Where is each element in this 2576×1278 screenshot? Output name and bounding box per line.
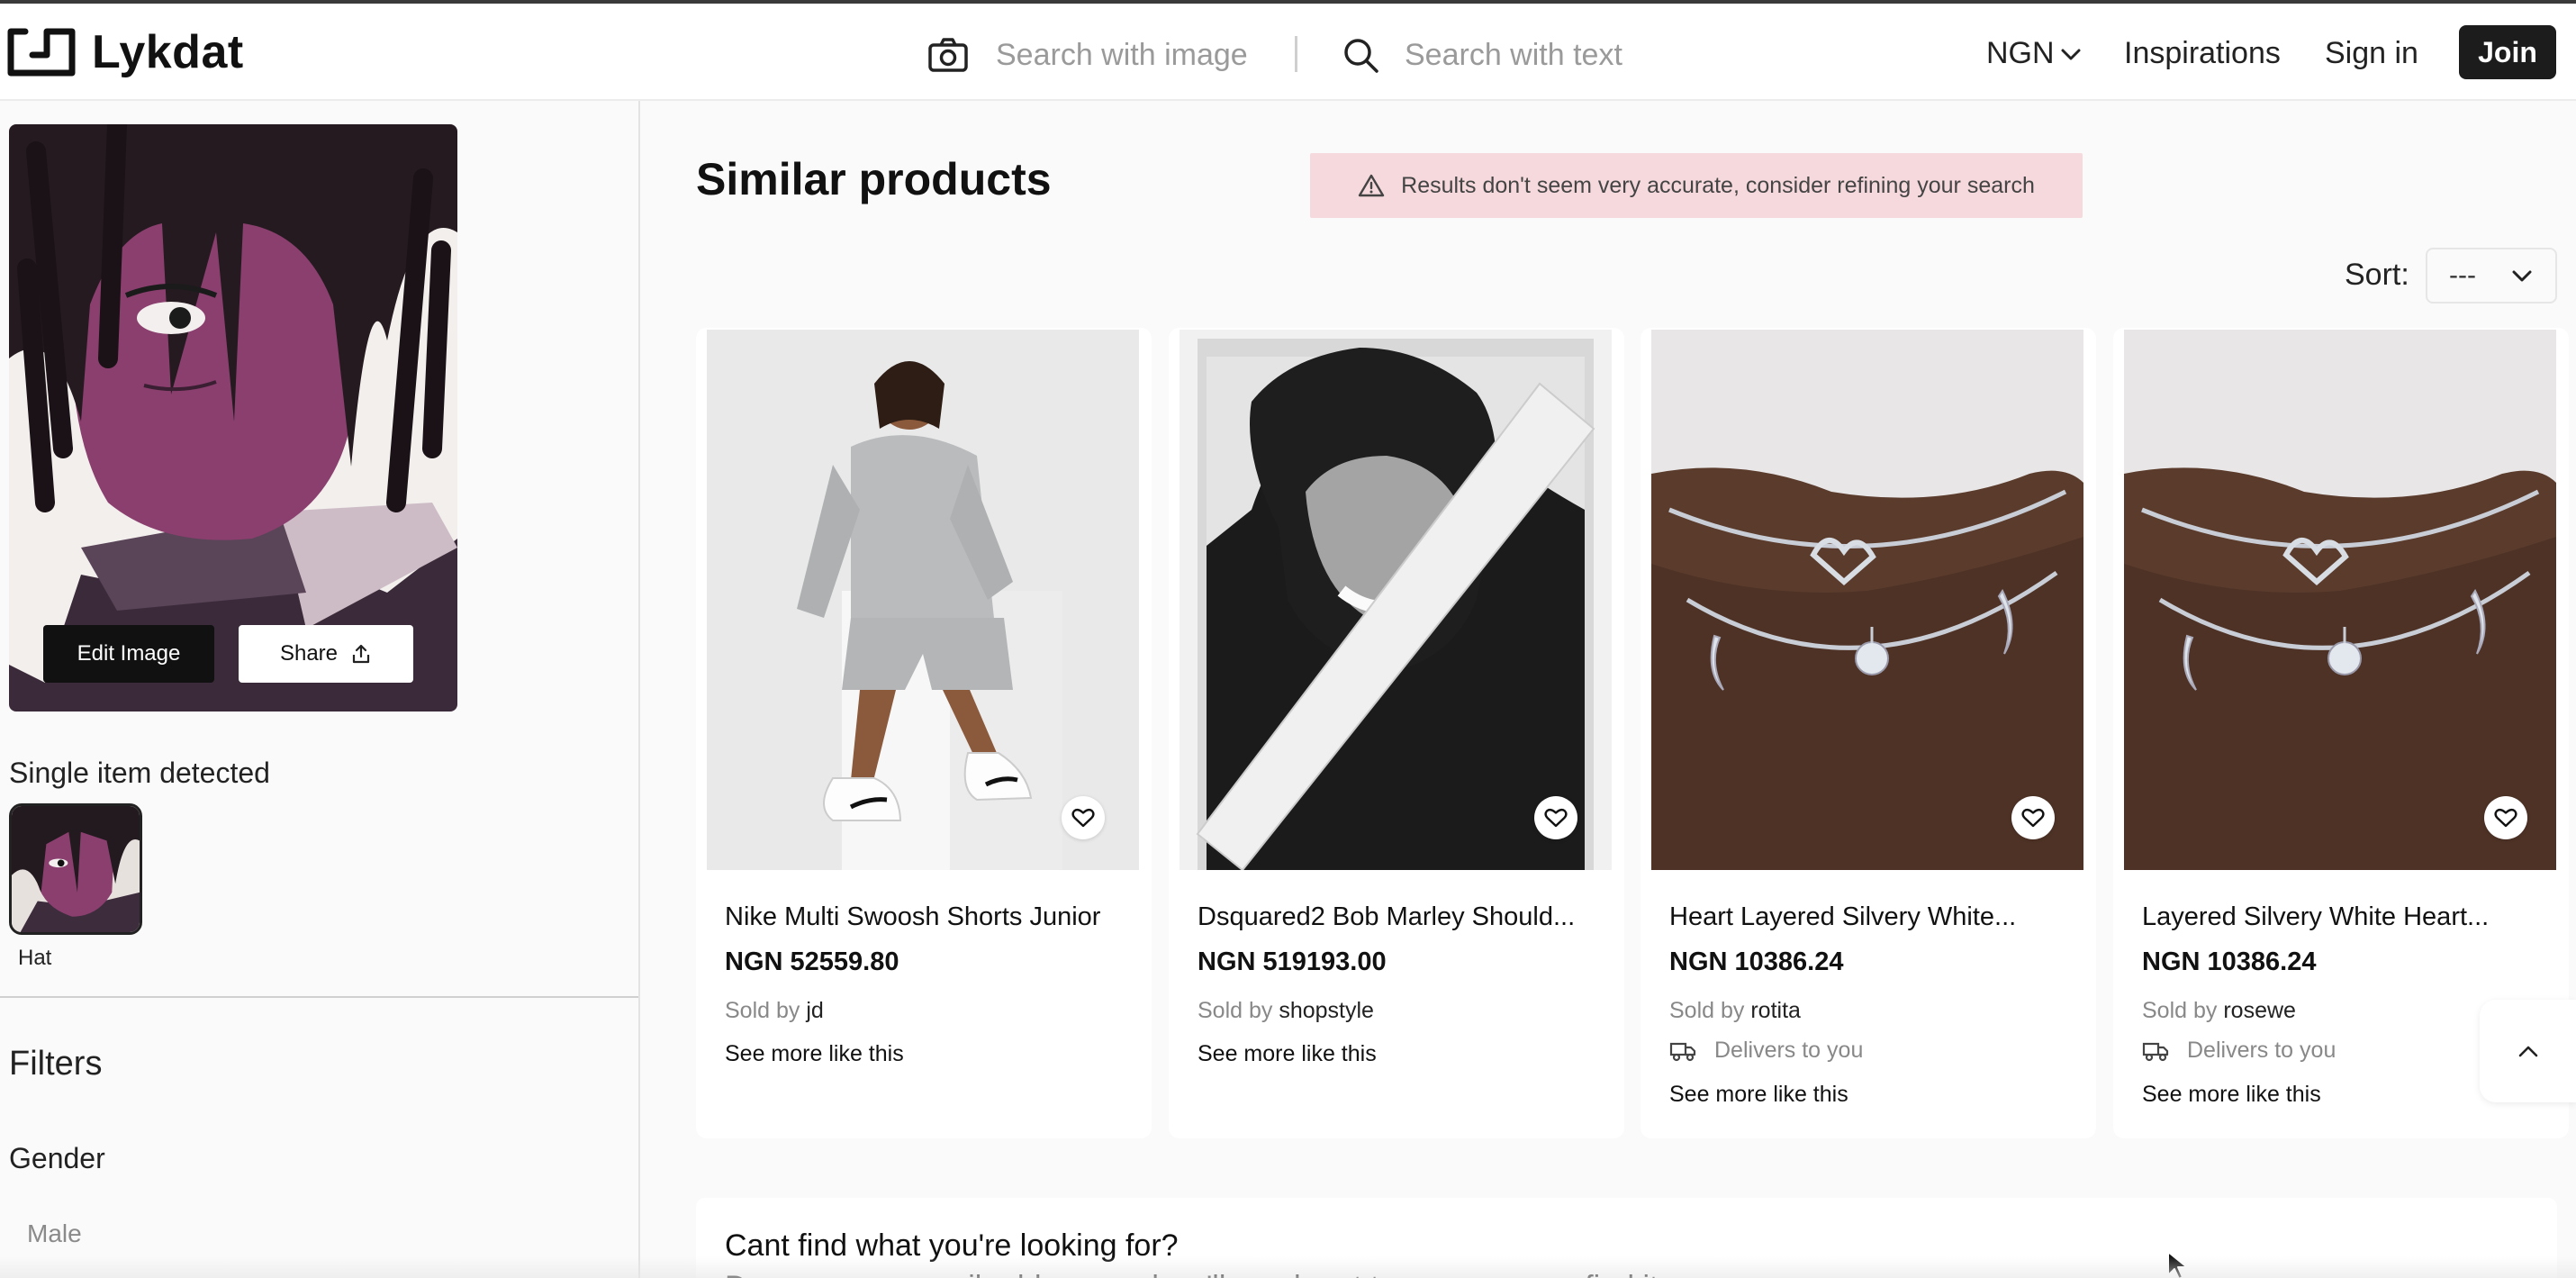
heart-icon bbox=[2494, 808, 2517, 828]
join-button[interactable]: Join bbox=[2459, 25, 2556, 79]
filters-title: Filters bbox=[9, 1045, 103, 1083]
accuracy-warning-banner: Results don't seem very accurate, consid… bbox=[1310, 153, 2083, 218]
product-title[interactable]: Heart Layered Silvery White... bbox=[1669, 902, 2074, 932]
gender-filter-title[interactable]: Gender bbox=[9, 1142, 105, 1175]
share-button[interactable]: Share bbox=[239, 625, 413, 683]
product-image[interactable] bbox=[707, 330, 1139, 870]
top-header: Lykdat Search with image Search with tex… bbox=[0, 4, 2576, 101]
favorite-button[interactable] bbox=[1062, 796, 1105, 839]
search-image-placeholder: Search with image bbox=[996, 37, 1248, 72]
product-card[interactable]: Dsquared2 Bob Marley Should... NGN 51919… bbox=[1169, 328, 1624, 1138]
see-more-link[interactable]: See more like this bbox=[725, 1041, 904, 1067]
edit-image-button[interactable]: Edit Image bbox=[43, 625, 214, 683]
delivery-info: Delivers to you bbox=[1669, 1038, 1863, 1064]
favorite-button[interactable] bbox=[1534, 796, 1577, 839]
seller-name: rotita bbox=[1750, 998, 1801, 1023]
product-seller: Sold by rotita bbox=[1669, 998, 1801, 1024]
product-image[interactable] bbox=[1180, 330, 1612, 870]
heart-icon bbox=[1071, 808, 1095, 828]
cant-find-subtitle: Drop us your email address and we'll rea… bbox=[725, 1270, 1659, 1278]
sort-select[interactable]: --- bbox=[2426, 248, 2557, 304]
product-card[interactable]: Heart Layered Silvery White... NGN 10386… bbox=[1641, 328, 2096, 1138]
heart-icon bbox=[2021, 808, 2045, 828]
brand-logo[interactable]: Lykdat bbox=[7, 25, 244, 79]
search-text-input[interactable]: Search with text bbox=[1342, 31, 1622, 79]
sidebar-separator bbox=[0, 996, 638, 998]
chevron-down-icon bbox=[2061, 49, 2081, 59]
product-price: NGN 10386.24 bbox=[2142, 947, 2317, 976]
delivery-info: Delivers to you bbox=[2142, 1038, 2336, 1064]
favorite-button[interactable] bbox=[2011, 796, 2055, 839]
product-price: NGN 10386.24 bbox=[1669, 947, 1844, 976]
product-price: NGN 519193.00 bbox=[1198, 947, 1387, 976]
logo-icon bbox=[7, 28, 76, 77]
sold-by-label: Sold by bbox=[725, 998, 800, 1023]
product-card[interactable]: Nike Multi Swoosh Shorts Junior NGN 5255… bbox=[696, 328, 1152, 1138]
chevron-up-icon bbox=[2518, 1046, 2537, 1057]
sort-value: --- bbox=[2449, 260, 2476, 290]
nav-inspirations[interactable]: Inspirations bbox=[2124, 36, 2281, 71]
sold-by-label: Sold by bbox=[1198, 998, 1273, 1023]
chevron-down-icon bbox=[2512, 270, 2532, 282]
query-image bbox=[9, 124, 457, 712]
detected-item-label: Hat bbox=[18, 946, 52, 970]
product-seller: Sold by shopstyle bbox=[1198, 998, 1374, 1024]
sort-label: Sort: bbox=[2345, 258, 2409, 292]
detected-item-thumbnail[interactable] bbox=[9, 803, 142, 935]
favorite-button[interactable] bbox=[2484, 796, 2527, 839]
delivers-label: Delivers to you bbox=[2187, 1038, 2336, 1063]
currency-label: NGN bbox=[1986, 36, 2055, 70]
product-seller: Sold by rosewe bbox=[2142, 998, 2296, 1024]
product-title[interactable]: Nike Multi Swoosh Shorts Junior bbox=[725, 902, 1130, 932]
product-title[interactable]: Dsquared2 Bob Marley Should... bbox=[1198, 902, 1603, 932]
see-more-link[interactable]: See more like this bbox=[1669, 1082, 1848, 1108]
currency-selector[interactable]: NGN bbox=[1986, 36, 2082, 71]
product-seller: Sold by jd bbox=[725, 998, 824, 1024]
seller-name: rosewe bbox=[2223, 998, 2296, 1023]
sold-by-label: Sold by bbox=[2142, 998, 2218, 1023]
truck-icon bbox=[2142, 1042, 2169, 1061]
see-more-link[interactable]: See more like this bbox=[2142, 1082, 2321, 1108]
product-title[interactable]: Layered Silvery White Heart... bbox=[2142, 902, 2547, 932]
warning-text: Results don't seem very accurate, consid… bbox=[1401, 172, 2035, 198]
product-image[interactable] bbox=[2124, 330, 2556, 870]
search-with-image[interactable]: Search with image bbox=[927, 31, 1248, 79]
product-price: NGN 52559.80 bbox=[725, 947, 899, 976]
brand-name: Lykdat bbox=[92, 26, 244, 78]
share-label: Share bbox=[279, 641, 339, 666]
warning-icon bbox=[1358, 174, 1385, 197]
delivers-label: Delivers to you bbox=[1714, 1038, 1864, 1063]
product-image[interactable] bbox=[1651, 330, 2083, 870]
sold-by-label: Sold by bbox=[1669, 998, 1745, 1023]
sidebar-divider bbox=[638, 101, 640, 1278]
cant-find-title: Cant find what you're looking for? bbox=[725, 1228, 1179, 1263]
detected-title: Single item detected bbox=[9, 757, 270, 789]
mouse-cursor-icon bbox=[2167, 1251, 2188, 1278]
search-divider bbox=[1295, 36, 1297, 72]
search-icon bbox=[1344, 39, 1378, 73]
nav-sign-in[interactable]: Sign in bbox=[2325, 36, 2418, 71]
seller-name: jd bbox=[806, 998, 824, 1023]
heart-icon bbox=[1544, 808, 1568, 828]
scroll-to-top-button[interactable] bbox=[2480, 1000, 2576, 1102]
seller-name: shopstyle bbox=[1279, 998, 1374, 1023]
cant-find-panel: Cant find what you're looking for? Drop … bbox=[696, 1198, 2557, 1278]
search-text-placeholder: Search with text bbox=[1405, 37, 1622, 72]
page-title: Similar products bbox=[696, 154, 1052, 204]
see-more-link[interactable]: See more like this bbox=[1198, 1041, 1377, 1067]
camera-icon bbox=[928, 38, 968, 72]
gender-option-male[interactable]: Male bbox=[27, 1219, 82, 1248]
share-icon bbox=[352, 644, 370, 664]
truck-icon bbox=[1669, 1042, 1696, 1061]
